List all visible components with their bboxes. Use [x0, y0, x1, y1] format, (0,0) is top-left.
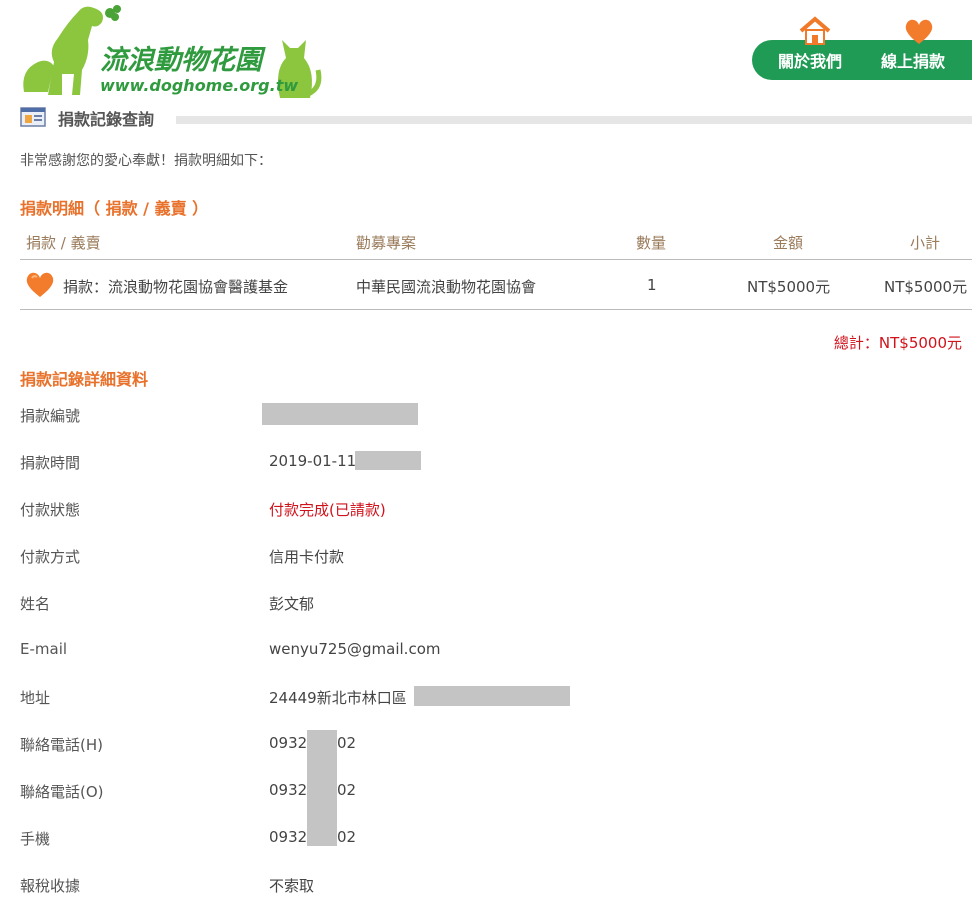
table-cell-project: 中華民國流浪動物花園協會 [356, 278, 537, 296]
field-label-payment-method: 付款方式 [20, 548, 81, 566]
page-title: 捐款記錄查詢 [58, 110, 155, 129]
field-label-donation-time: 捐款時間 [20, 454, 81, 472]
table-cell-subtotal: NT$5000元 [884, 278, 968, 296]
field-label-mobile: 手機 [20, 830, 51, 848]
nav-about-us[interactable]: 關於我們 [778, 40, 842, 80]
column-header-quantity: 數量 [636, 234, 667, 252]
field-value-name: 彭文郁 [269, 595, 315, 613]
divider [176, 116, 972, 124]
table-bottom-divider [20, 309, 972, 310]
field-label-tax-receipt: 報稅收據 [20, 877, 81, 895]
field-label-donation-id: 捐款編號 [20, 407, 81, 425]
donation-detail-heading: 捐款明細（ 捐款 / 義賣 ） [20, 195, 208, 219]
table-cell-item: 捐款：流浪動物花園協會醫護基金 [63, 278, 289, 296]
field-label-address: 地址 [20, 689, 51, 707]
thanks-message: 非常感謝您的愛心奉獻！捐款明細如下： [20, 153, 272, 169]
donation-detail-subtitle: （ 捐款 / 義賣 ） [84, 199, 209, 218]
field-value-payment-method: 信用卡付款 [269, 548, 345, 566]
field-value-address: 24449新北市林口區 [269, 689, 407, 707]
logo-text: 流浪動物花園 [100, 45, 262, 76]
redacted-block [414, 686, 570, 706]
field-label-name: 姓名 [20, 595, 51, 613]
field-value-tax-receipt: 不索取 [269, 877, 315, 895]
record-detail-heading: 捐款記錄詳細資料 [20, 370, 149, 389]
column-header-amount: 金額 [773, 234, 804, 252]
nav-online-donation[interactable]: 線上捐款 [881, 40, 945, 80]
column-header-subtotal: 小計 [910, 234, 941, 252]
field-value-phone-home-suffix: 02 [337, 734, 357, 752]
field-value-mobile-suffix: 02 [337, 828, 357, 846]
field-label-phone-home: 聯絡電話(H) [20, 736, 103, 754]
field-value-email: wenyu725@gmail.com [269, 640, 441, 658]
field-label-email: E-mail [20, 640, 68, 658]
total-amount: 總計：NT$5000元 [833, 334, 962, 352]
field-value-phone-home-prefix: 0932 [269, 734, 308, 752]
window-icon [20, 105, 48, 129]
field-value-phone-office-prefix: 0932 [269, 781, 308, 799]
column-header-project: 勸募專案 [356, 234, 417, 252]
table-cell-quantity: 1 [647, 276, 657, 294]
logo-url: www.doghome.org.tw [100, 76, 299, 95]
redacted-block [262, 403, 418, 425]
donation-detail-title: 捐款明細 [20, 199, 85, 218]
field-value-donation-time: 2019-01-11 [269, 452, 357, 470]
redacted-block [307, 730, 337, 846]
table-header-divider [20, 259, 972, 260]
redacted-block [355, 451, 421, 470]
field-label-payment-status: 付款狀態 [20, 501, 81, 519]
field-value-phone-office-suffix: 02 [337, 781, 357, 799]
column-header-item: 捐款 / 義賣 [26, 234, 101, 252]
heart-icon [24, 270, 56, 302]
field-label-phone-office: 聯絡電話(O) [20, 783, 104, 801]
field-value-payment-status: 付款完成(已請款) [269, 501, 386, 519]
table-cell-amount: NT$5000元 [747, 278, 831, 296]
field-value-mobile-prefix: 0932 [269, 828, 308, 846]
